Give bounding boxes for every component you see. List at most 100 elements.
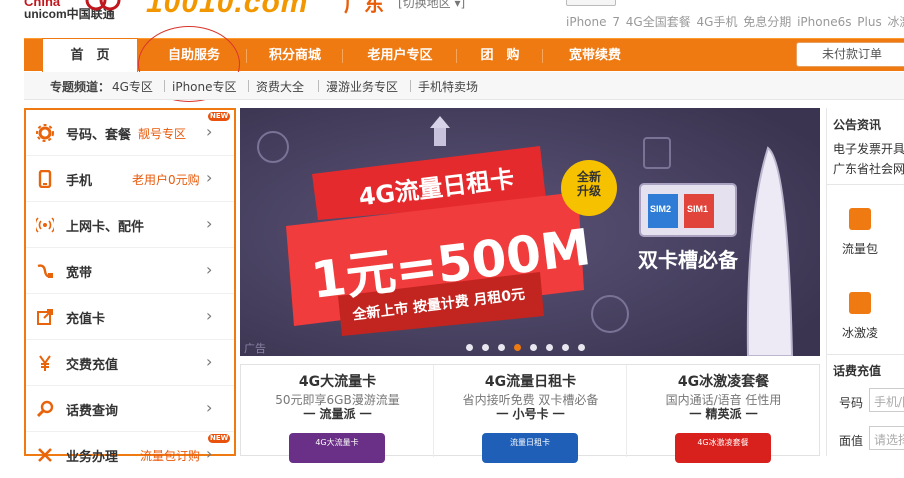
nav-points-mall[interactable]: 积分商城 [250,39,340,72]
sim2-label: SIM2 [650,204,672,214]
carousel-dot[interactable] [482,344,489,351]
chevron-right-icon: › [206,398,213,417]
subnav-link-roaming[interactable]: 漫游业务专区 [326,78,398,95]
amount-select[interactable]: 请选择 [869,426,904,450]
subnav-link-4g[interactable]: 4G专区 [112,78,153,95]
menu-item-tag[interactable]: 靓号专区 [138,125,186,142]
divider [827,184,904,185]
carousel-dot[interactable] [466,344,473,351]
card-title: 4G冰激凌套餐 [677,374,770,390]
menu-item-number-plan[interactable]: 号码、套餐 靓号专区 NEW › [26,110,234,156]
site-header: China unicom中国联通 10010.com 广东 [切换地区 ▾] i… [0,0,904,40]
product-card[interactable]: 4G冰激凌套餐 国内通话/语音 任性用 一 精英派 一 4G冰激凌套餐 [627,365,820,463]
badge-line1: 全新 [576,170,601,184]
card-slogan: 一 小号卡 一 [496,407,565,421]
menu-item-business[interactable]: 业务办理 流量包订购 NEW › [26,432,234,478]
nav-broadband-renew[interactable]: 宽带续费 [546,39,644,72]
badge-line2: 升级 [576,184,601,198]
chevron-right-icon: › [206,260,213,279]
card-slogan: 一 精英派 一 [689,407,758,421]
search-box[interactable] [566,0,616,6]
card-image-text: 4G大流量卡 [315,438,359,447]
share-box-icon [37,309,53,325]
logo-number: 10010.com [146,0,309,19]
nav-divider [246,49,247,63]
menu-item-label: 号码、套餐 [66,128,132,143]
menu-item-label: 上网卡、配件 [66,220,145,235]
subnav-link-iphone[interactable]: iPhone专区 [172,78,237,95]
menu-item-label: 充值卡 [66,312,106,327]
carousel-dot[interactable] [546,344,553,351]
product-cards: 4G大流量卡 50元即享6GB漫游流量 一 流量派 一 4G大流量卡 4G流量日… [240,364,820,463]
new-upgrade-badge: 全新 升级 [574,170,604,198]
gear-icon [36,124,54,142]
quick-link-ice-cream[interactable]: 冰激凌 [833,324,887,341]
menu-item-bill-query[interactable]: 话费查询 › [26,386,234,432]
menu-item-tag[interactable]: 老用户0元购 [132,171,200,188]
carousel-dot[interactable] [578,344,585,351]
subnav-divider [248,80,249,92]
product-card[interactable]: 4G流量日租卡 省内接听免费 双卡槽必备 一 小号卡 一 流量日租卡 [434,365,627,463]
ad-label: 广告 [244,342,266,355]
hot-search-words[interactable]: iPhone 7 4G全国套餐 4G手机 免息分期 iPhone6s Plus … [566,13,904,30]
unpaid-order-button[interactable]: 未付款订单 [796,42,904,67]
new-badge: NEW [208,112,231,121]
sim-card-image: 流量日租卡 [482,433,578,463]
yen-icon [39,355,51,371]
amount-label: 面值 [839,434,864,448]
menu-item-label: 交费充值 [66,358,119,373]
carousel-dots [466,340,594,351]
number-label: 号码 [839,396,864,410]
carousel-dot[interactable] [514,344,521,351]
carousel-dot[interactable] [530,344,537,351]
menu-item-label: 手机 [66,174,93,189]
nav-divider [542,49,543,63]
carousel-dot[interactable] [498,344,505,351]
subnav-link-tariffs[interactable]: 资费大全 [256,78,304,95]
sim-card-image: 4G大流量卡 [289,433,385,463]
quick-link-data-pack[interactable]: 流量包 [833,240,887,257]
ice-cream-icon[interactable] [849,292,871,314]
data-pack-icon[interactable] [849,208,871,230]
subnav-divider [164,80,165,92]
chevron-right-icon: › [206,306,213,325]
topic-channel-bar: 专题频道： 4G专区 iPhone专区 资费大全 漫游业务专区 手机特卖场 [24,72,904,100]
nav-home[interactable]: 首 页 [42,38,138,72]
chevron-right-icon: › [206,122,213,141]
notice-link[interactable]: 电子发票开具 [833,140,904,157]
sim-card-image: 4G冰激凌套餐 [675,433,771,463]
menu-item-label: 话费查询 [66,404,119,419]
menu-item-recharge-card[interactable]: 充值卡 › [26,294,234,340]
card-image-text: 流量日租卡 [510,438,550,447]
notice-link[interactable]: 广东省社会网 [833,160,904,177]
sim1-label: SIM1 [687,204,709,214]
chevron-right-icon: › [206,214,213,233]
region-switch-link[interactable]: [切换地区 ▾] [398,0,465,11]
card-title: 4G大流量卡 [298,374,377,390]
product-card[interactable]: 4G大流量卡 50元即享6GB漫游流量 一 流量派 一 4G大流量卡 [241,365,434,463]
search-icon [36,400,54,418]
subnav-divider [410,80,411,92]
card-slogan: 一 流量派 一 [303,407,372,421]
dual-slot-text: 双卡槽必备 [638,248,738,272]
phone-number-input[interactable]: 手机/固 [869,388,904,412]
subnav-link-phone-sale[interactable]: 手机特卖场 [418,78,478,95]
menu-item-payment[interactable]: 交费充值 › [26,340,234,386]
chevron-right-icon: › [206,444,213,463]
region-name: 广东 [344,0,384,16]
phone-icon [38,170,52,188]
card-image-text: 4G冰激凌套餐 [697,438,749,447]
nav-old-users[interactable]: 老用户专区 [346,39,454,72]
recharge-title: 话费充值 [833,364,882,378]
card-title: 4G流量日租卡 [484,374,577,390]
menu-item-phone[interactable]: 手机 老用户0元购 › [26,156,234,202]
menu-item-broadband[interactable]: 宽带 › [26,248,234,294]
carousel-dot[interactable] [562,344,569,351]
notice-title: 公告资讯 [833,118,882,132]
promo-banner[interactable]: 4G流量日租卡 1元=500M 全新上市 按量计费 月租0元 全新 升级 SIM… [240,108,820,356]
subnav-divider [318,80,319,92]
right-sidebar: 公告资讯 电子发票开具 广东省社会网 流量包 冰激凌 话费充值 号码 手机/固 … [826,108,904,456]
menu-item-datacard[interactable]: 上网卡、配件 › [26,202,234,248]
nav-group-buy[interactable]: 团 购 [460,39,540,72]
chevron-right-icon: › [206,168,213,187]
